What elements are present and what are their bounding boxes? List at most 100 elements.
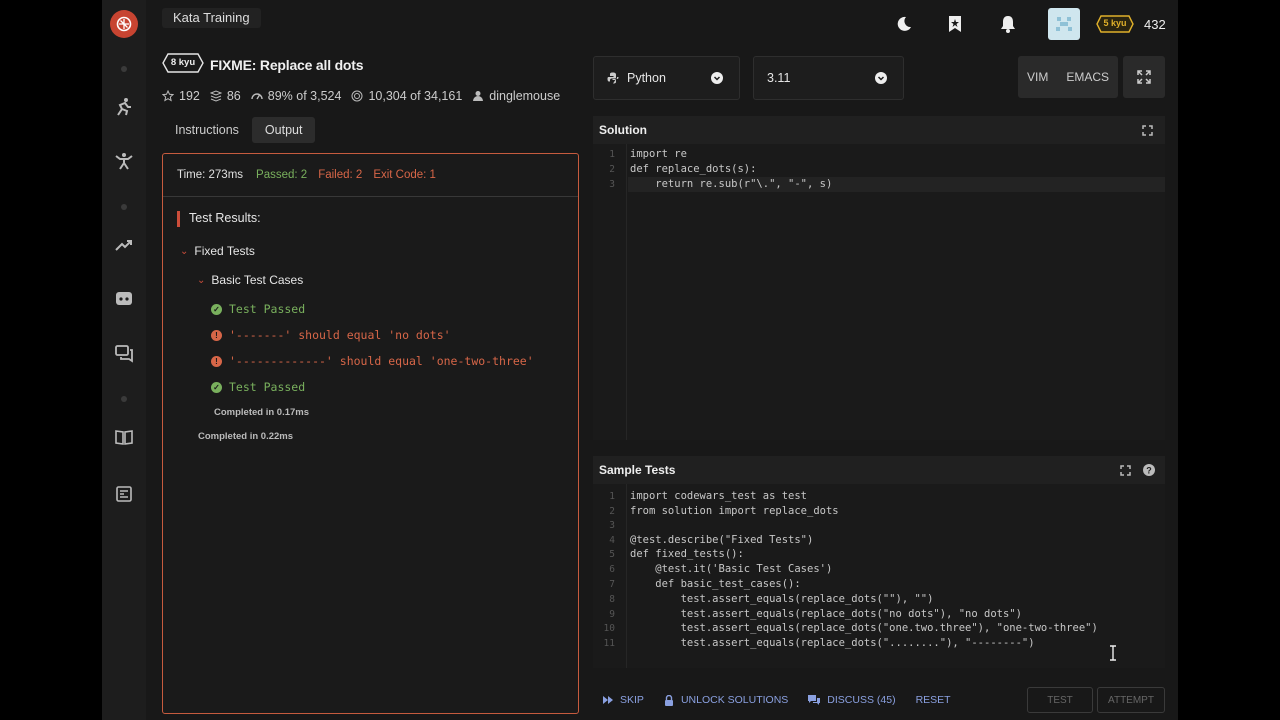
error-icon: ! [211, 355, 222, 367]
dark-mode-moon-icon[interactable] [892, 8, 916, 40]
solution-title: Solution [599, 123, 647, 137]
discussions-icon[interactable] [114, 343, 134, 363]
lock-icon [664, 694, 673, 706]
group-completed-time: Completed in 0.22ms [198, 431, 294, 442]
test-result-line: ✓ Test Passed [211, 380, 305, 394]
vim-mode-button[interactable]: VIM [1018, 56, 1057, 98]
skip-button[interactable]: SKIP [603, 694, 644, 706]
tab-instructions[interactable]: Instructions [162, 117, 252, 143]
author-stat[interactable]: dinglemouse [472, 89, 560, 103]
subgroup-completed-time: Completed in 0.17ms [214, 407, 310, 418]
sidebar [102, 0, 146, 720]
line-number: 3 [609, 520, 615, 531]
svg-text:?: ? [1146, 465, 1152, 475]
code-line: def replace_dots(s): [630, 163, 757, 175]
version-select[interactable]: 3.11 [753, 56, 904, 100]
target-icon [351, 90, 363, 102]
expand-icon[interactable] [1120, 464, 1131, 476]
chevron-down-icon [875, 72, 887, 84]
user-icon [473, 91, 484, 101]
discuss-label: DISCUSS (45) [827, 694, 896, 706]
bookmark-icon[interactable] [944, 8, 966, 40]
tab-output[interactable]: Output [251, 117, 316, 143]
stars-stat[interactable]: 192 [162, 89, 200, 103]
line-number: 2 [609, 506, 615, 517]
codewars-logo[interactable] [110, 10, 138, 38]
solution-editor[interactable]: 1 2 3 import re def replace_dots(s): ret… [593, 144, 1165, 440]
expand-icon [1137, 70, 1151, 84]
line-number: 10 [603, 623, 615, 634]
user-rank-badge: 5 kyu [1096, 15, 1134, 33]
code-line: test.assert_equals(replace_dots("one.two… [630, 622, 1098, 634]
failed-count: Failed: 2 [318, 169, 363, 181]
page-title: Kata Training [162, 8, 261, 28]
fixed-tests-group[interactable]: ⌄ Fixed Tests [180, 244, 255, 258]
help-icon[interactable]: ? [1143, 464, 1155, 476]
sidebar-divider-dot [121, 396, 127, 402]
code-line: def basic_test_cases(): [630, 578, 801, 590]
satisfaction-stat: 89% of 3,524 [251, 89, 342, 103]
chevron-down-icon [711, 72, 723, 84]
line-number: 1 [609, 149, 615, 160]
collections-icon [209, 90, 222, 102]
test-result-line: ! '-------------' should equal 'one-two-… [211, 354, 534, 368]
code-line: test.assert_equals(replace_dots("no dots… [630, 608, 1022, 620]
line-number: 11 [603, 638, 615, 649]
error-icon: ! [211, 329, 222, 341]
kata-title: FIXME: Replace all dots [210, 57, 364, 73]
sample-tests-editor[interactable]: 1 2 3 4 5 6 7 8 9 10 11 import codewars_… [593, 484, 1165, 668]
line-number: 3 [609, 179, 615, 190]
expand-icon[interactable] [1142, 124, 1153, 136]
emacs-mode-button[interactable]: EMACS [1057, 56, 1118, 98]
code-line: @test.it('Basic Test Cases') [630, 563, 833, 575]
skip-label: SKIP [620, 694, 644, 706]
left-tabs: Instructions Output [162, 117, 316, 143]
check-icon: ✓ [211, 381, 222, 393]
notifications-bell-icon[interactable] [997, 8, 1019, 40]
reset-label: RESET [915, 694, 951, 706]
code-line: test.assert_equals(replace_dots(""), "") [630, 593, 934, 605]
user-rank-label: 5 kyu [1103, 18, 1127, 28]
test-result-text: Test Passed [229, 380, 306, 394]
leaderboard-icon[interactable] [114, 235, 134, 255]
code-line: @test.describe("Fixed Tests") [630, 534, 814, 546]
fullscreen-button[interactable] [1123, 56, 1165, 98]
docs-book-icon[interactable] [114, 427, 134, 447]
discord-icon[interactable] [114, 289, 134, 309]
fast-forward-icon [603, 696, 613, 704]
star-icon [162, 90, 174, 102]
honor-score: 432 [1144, 17, 1166, 32]
line-number: 2 [609, 164, 615, 175]
test-result-text: Test Passed [229, 302, 306, 316]
language-select[interactable]: Python [593, 56, 740, 100]
stars-count: 192 [179, 89, 200, 103]
user-avatar[interactable] [1048, 8, 1080, 40]
text-cursor-icon [1110, 645, 1116, 661]
python-icon [607, 72, 619, 84]
line-number: 4 [609, 535, 615, 546]
test-button[interactable]: TEST [1027, 687, 1093, 713]
chat-bubbles-icon [808, 695, 821, 705]
keymap-buttons: VIM EMACS [1018, 56, 1119, 98]
unlock-solutions-button[interactable]: UNLOCK SOLUTIONS [664, 694, 788, 706]
collections-stat[interactable]: 86 [209, 89, 241, 103]
exit-code: Exit Code: 1 [373, 169, 436, 181]
subgroup-label: Basic Test Cases [211, 273, 304, 287]
kata-rank-badge: 8 kyu [162, 53, 204, 73]
training-icon[interactable] [114, 97, 134, 117]
blog-news-icon[interactable] [114, 484, 134, 504]
collections-count: 86 [226, 89, 241, 103]
practice-icon[interactable] [114, 151, 134, 171]
basic-test-cases-group[interactable]: ⌄ Basic Test Cases [197, 273, 303, 287]
app-window: Kata Training 5 kyu 432 8 kyu FIXME: Rep… [102, 0, 1178, 720]
attempt-button[interactable]: ATTEMPT [1097, 687, 1165, 713]
satisfaction-value: 89% of 3,524 [267, 89, 342, 103]
code-line: import codewars_test as test [630, 490, 808, 502]
code-line: import re [630, 148, 687, 160]
passed-count: Passed: 2 [256, 169, 308, 181]
reset-button[interactable]: RESET [916, 694, 951, 706]
chevron-down-icon: ⌄ [197, 274, 206, 286]
discuss-button[interactable]: DISCUSS (45) [808, 694, 896, 706]
chevron-down-icon: ⌄ [180, 245, 189, 257]
line-number: 5 [609, 549, 615, 560]
